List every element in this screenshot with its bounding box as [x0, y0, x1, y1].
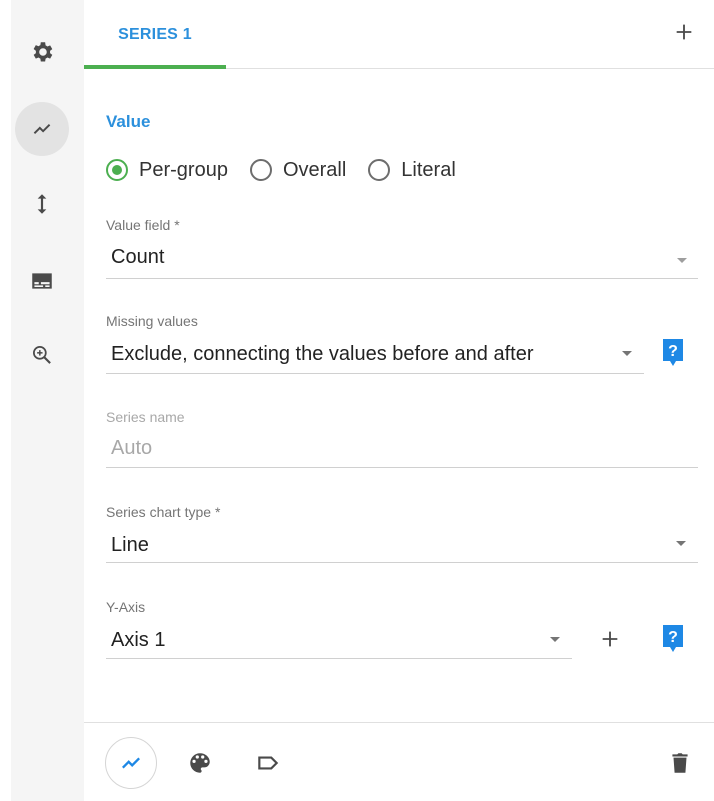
delete-series-button[interactable]	[654, 737, 706, 789]
value-field-select[interactable]: Value field * Count	[106, 217, 698, 279]
value-mode-radio-group: Per-group Overall Literal	[106, 154, 478, 186]
field-value: Count	[111, 246, 165, 268]
series-name-input[interactable]: Series name Auto	[106, 409, 698, 469]
field-underline	[106, 562, 698, 563]
help-icon: ?	[663, 625, 683, 652]
active-tab-indicator	[84, 65, 226, 69]
radio-label: Per-group	[139, 158, 228, 181]
field-label: Value field *	[106, 217, 180, 233]
y-axis-select[interactable]: Y-Axis Axis 1	[106, 599, 572, 661]
missing-values-select[interactable]: Missing values Exclude, connecting the v…	[106, 313, 644, 375]
label-icon	[258, 756, 279, 770]
missing-values-help-button[interactable]: ?	[662, 339, 684, 367]
axis-button[interactable]	[15, 177, 69, 231]
field-value: Line	[111, 534, 149, 556]
field-underline	[106, 373, 644, 374]
plus-icon	[602, 631, 618, 647]
chevron-down-icon	[622, 351, 632, 356]
field-label: Y-Axis	[106, 599, 146, 615]
field-label: Missing values	[106, 313, 198, 329]
legend-button[interactable]	[15, 254, 69, 308]
footer-divider	[84, 722, 714, 723]
chevron-down-icon	[550, 637, 560, 642]
gear-icon	[33, 42, 53, 62]
subtitles-icon	[32, 273, 52, 289]
y-axis-help-button[interactable]: ?	[662, 625, 684, 653]
field-value: Exclude, connecting the values before an…	[111, 343, 534, 365]
chevron-down-icon	[677, 258, 687, 263]
sidebar-rail	[11, 0, 84, 801]
help-glyph: ?	[668, 343, 678, 360]
radio-overall[interactable]: Overall	[249, 158, 347, 182]
zoom-in-icon	[33, 346, 51, 364]
radio-unchecked-icon	[368, 159, 391, 181]
field-placeholder: Auto	[111, 437, 153, 459]
zoom-button[interactable]	[15, 328, 69, 382]
series-chart-type-select[interactable]: Series chart type * Line	[106, 504, 698, 564]
field-value: Axis 1	[111, 629, 166, 651]
field-label: Series name	[106, 409, 185, 425]
chevron-down-icon	[676, 541, 686, 546]
line-chart-icon	[122, 757, 140, 769]
plus-icon	[676, 24, 692, 40]
line-chart-icon	[33, 123, 51, 135]
series-line-style-button[interactable]	[105, 737, 157, 789]
help-glyph: ?	[668, 629, 678, 646]
radio-per-group[interactable]: Per-group	[106, 159, 228, 182]
trash-icon	[672, 753, 688, 773]
tab-series-1[interactable]: SERIES 1	[84, 0, 226, 69]
field-underline	[106, 467, 698, 468]
radio-unchecked-icon	[249, 159, 272, 181]
series-button[interactable]	[15, 102, 69, 156]
radio-literal[interactable]: Literal	[368, 158, 456, 182]
settings-button[interactable]	[15, 25, 69, 79]
palette-icon	[190, 753, 210, 773]
radio-label: Overall	[282, 158, 347, 181]
value-section-title: Value	[106, 112, 151, 131]
radio-checked-icon	[106, 159, 128, 181]
add-axis-button[interactable]	[599, 628, 621, 650]
field-label: Series chart type *	[106, 504, 221, 520]
help-icon: ?	[663, 339, 683, 366]
series-tab-bar: SERIES 1	[84, 0, 714, 69]
field-underline	[106, 658, 572, 659]
radio-label: Literal	[401, 158, 456, 181]
add-series-button[interactable]	[670, 18, 698, 46]
series-label-button[interactable]	[242, 737, 294, 789]
vertical-arrows-icon	[37, 194, 47, 214]
field-underline	[106, 278, 698, 279]
series-color-button[interactable]	[174, 737, 226, 789]
